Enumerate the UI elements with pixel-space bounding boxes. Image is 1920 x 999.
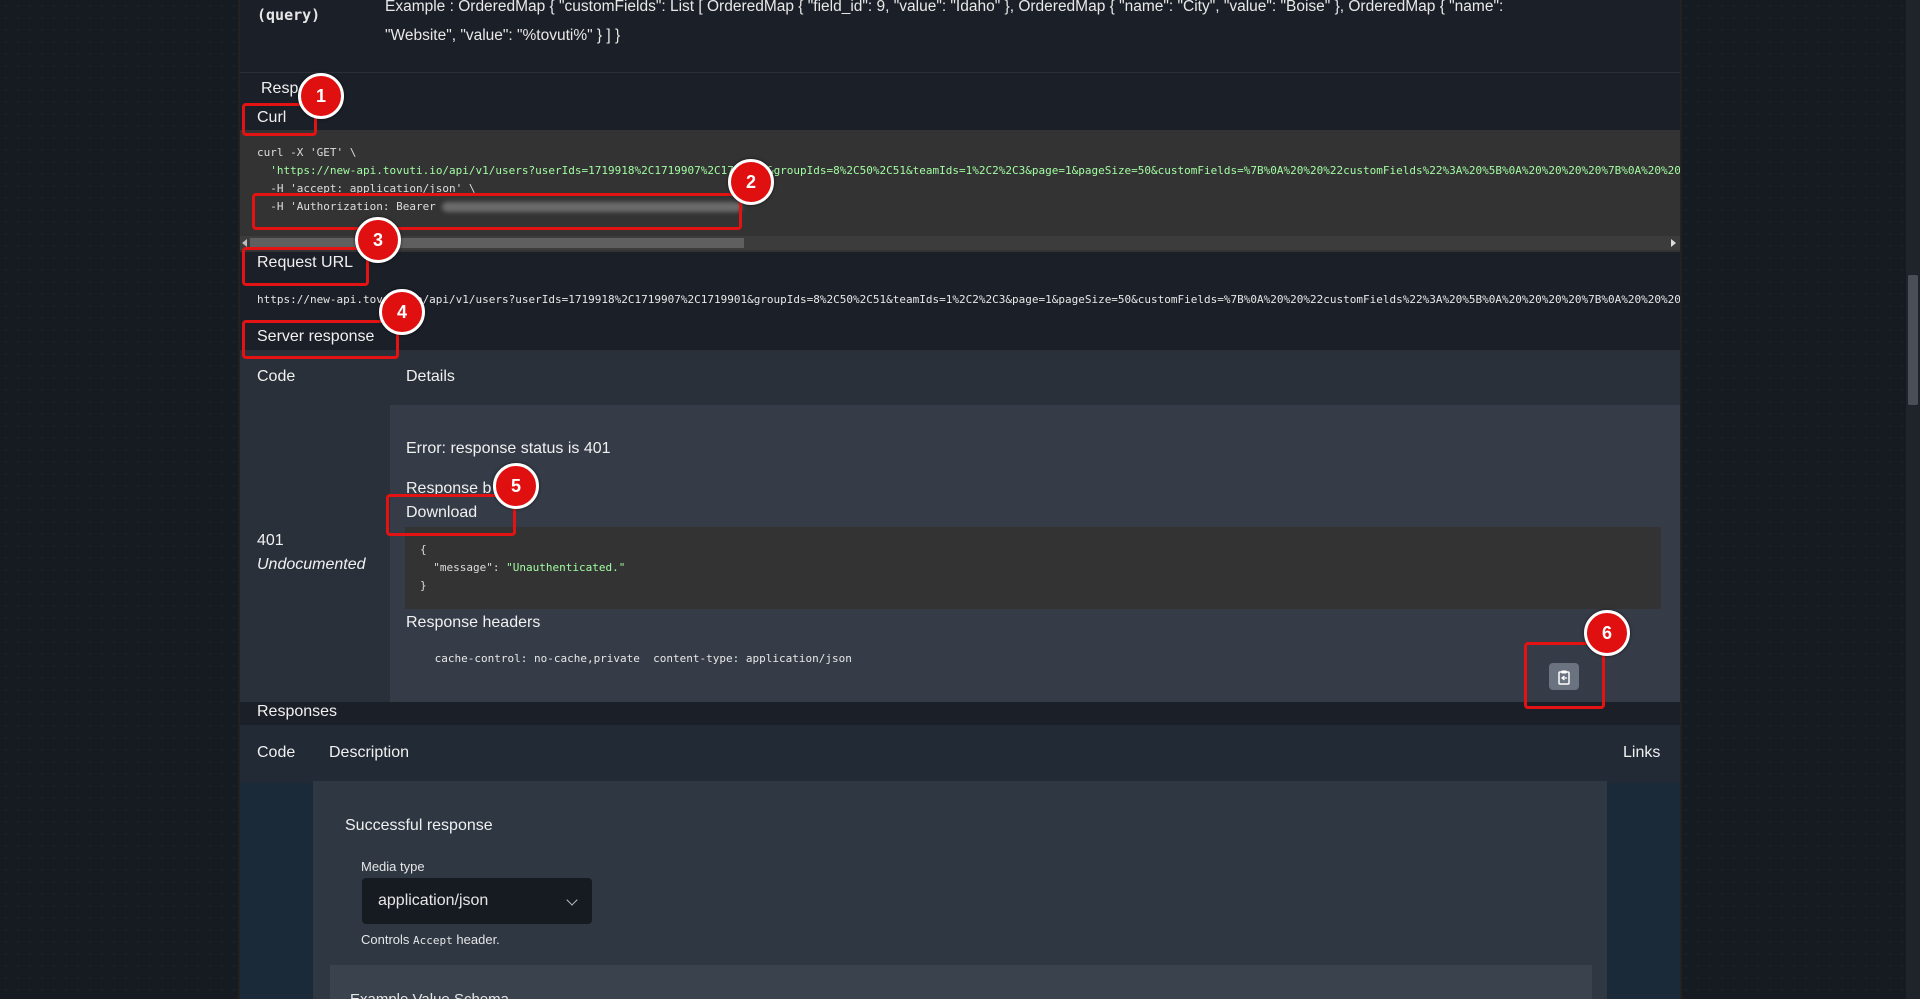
divider xyxy=(240,72,1680,73)
json-key: "message" xyxy=(433,561,493,574)
example-value-schema-tabs[interactable]: Example Value Schema xyxy=(330,965,1592,999)
example-tabs-label[interactable]: Example Value Schema xyxy=(350,991,509,999)
annotation-box-request-url xyxy=(242,247,369,286)
annotation-badge-2: 2 xyxy=(728,159,774,205)
controls-code: Accept xyxy=(413,934,453,947)
chevron-down-icon xyxy=(566,894,578,906)
annotation-badge-4: 4 xyxy=(379,289,425,335)
annotation-box-copy xyxy=(1524,642,1605,709)
request-url-value: https://new-api.tovuti.io/api/v1/users?u… xyxy=(257,293,1680,306)
curl-horizontal-scrollbar[interactable] xyxy=(240,236,1680,250)
annotation-badge-5: 5 xyxy=(493,463,539,509)
json-open: { xyxy=(420,543,427,556)
responses-section-label: Resp xyxy=(261,80,299,97)
details-column-header: Details xyxy=(406,368,455,385)
responses-title: Responses xyxy=(257,703,338,720)
successful-response-label: Successful response xyxy=(345,817,493,834)
curl-code-block[interactable]: curl -X 'GET' \ 'https://new-api.tovuti.… xyxy=(240,130,1680,252)
response-headers-value: cache-control: no-cache,private content-… xyxy=(428,652,859,665)
json-close: } xyxy=(420,579,427,592)
curl-line1: curl -X 'GET' \ xyxy=(257,146,357,159)
controls-suffix: header. xyxy=(456,932,500,947)
responses-links-header: Links xyxy=(1623,744,1661,761)
controls-accept-note: Controls Accept header. xyxy=(361,932,500,947)
response-body-code: { "message": "Unauthenticated." } xyxy=(405,527,1661,609)
param-location: (query) xyxy=(257,6,321,24)
controls-prefix: Controls xyxy=(361,932,410,947)
response-code-note: Undocumented xyxy=(257,556,366,573)
param-example: Example : OrderedMap { "customFields": L… xyxy=(385,0,1535,50)
annotation-badge-1: 1 xyxy=(298,73,344,119)
annotation-badge-6: 6 xyxy=(1584,610,1630,656)
media-type-label: Media type xyxy=(361,859,425,874)
page-vertical-scrollbar[interactable] xyxy=(1906,0,1920,999)
responses-table-header xyxy=(240,725,1680,783)
page-scrollbar-thumb[interactable] xyxy=(1908,275,1918,405)
annotation-box-server-response xyxy=(242,320,399,359)
curl-url: 'https://new-api.tovuti.io/api/v1/users?… xyxy=(270,164,1680,177)
param-example-line2: "Website", "value": "%tovuti%" } ] } xyxy=(385,27,621,44)
code-column-header: Code xyxy=(257,368,296,385)
annotation-box-download xyxy=(386,494,516,536)
response-headers-label: Response headers xyxy=(406,614,541,631)
scroll-right-icon[interactable] xyxy=(1671,239,1676,247)
right-gutter xyxy=(1680,0,1682,999)
media-type-value: application/json xyxy=(378,892,489,909)
param-example-line1: Example : OrderedMap { "customFields": L… xyxy=(385,0,1504,15)
error-message: Error: response status is 401 xyxy=(406,440,611,457)
annotation-box-auth-header xyxy=(252,193,742,230)
response-code: 401 xyxy=(257,532,284,549)
json-value: "Unauthenticated." xyxy=(506,561,626,574)
annotation-badge-3: 3 xyxy=(355,217,401,263)
responses-code-header: Code xyxy=(257,744,296,761)
responses-description-header: Description xyxy=(329,744,410,761)
media-type-select[interactable]: application/json xyxy=(362,878,592,924)
scroll-left-icon[interactable] xyxy=(242,239,247,247)
